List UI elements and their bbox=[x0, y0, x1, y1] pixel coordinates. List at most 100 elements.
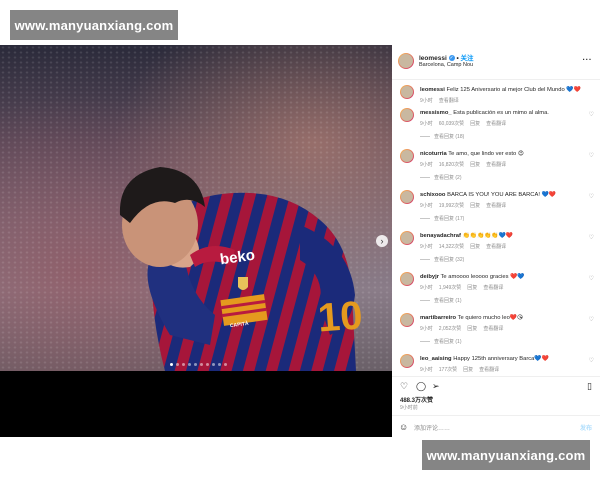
comment-meta: 9小时 16,820次赞 回复 查看翻译 bbox=[420, 161, 512, 168]
chevron-right-icon[interactable]: › bbox=[376, 235, 388, 247]
translate-link[interactable]: 查看翻译 bbox=[439, 98, 459, 104]
comment-time: 9小时 bbox=[420, 285, 433, 291]
comment-likes[interactable]: 1,949次赞 bbox=[439, 285, 462, 291]
caption-username[interactable]: leomessi bbox=[420, 87, 445, 93]
comment-icon[interactable]: ◯ bbox=[416, 381, 426, 392]
comment-username[interactable]: nicoturria bbox=[420, 151, 447, 157]
post-location[interactable]: Barcelona, Camp Nou bbox=[419, 62, 473, 68]
translate-link[interactable]: 查看翻译 bbox=[486, 203, 506, 209]
watermark-bottom: www.manyuanxiang.com bbox=[422, 440, 590, 470]
reply-link[interactable]: 回复 bbox=[470, 244, 480, 250]
comment-text-line: deibyjr Te amoooo leoooo gracies ❤️💙 bbox=[420, 274, 584, 281]
more-icon[interactable]: ··· bbox=[583, 55, 593, 64]
carousel-dot bbox=[194, 363, 197, 366]
carousel-dot bbox=[212, 363, 215, 366]
comment-text-line: martibarreiro Te quiero mucho leo❤️😘 bbox=[420, 315, 584, 322]
comment-input[interactable]: 添加评论…… bbox=[414, 423, 450, 432]
comment-likes[interactable]: 177次赞 bbox=[439, 367, 457, 373]
comment-time: 9小时 bbox=[420, 121, 433, 127]
comment-meta: 9小时 14,322次赞 回复 查看翻译 bbox=[420, 243, 512, 250]
carousel-dot bbox=[170, 363, 173, 366]
heart-icon[interactable]: ♡ bbox=[589, 111, 594, 118]
avatar[interactable] bbox=[400, 231, 414, 245]
verified-badge-icon: ✓ bbox=[448, 55, 455, 62]
comment-text-line: leo_aaising Happy 125th anniversary Barc… bbox=[420, 356, 584, 363]
post-header: leomessi ✓ • 关注 Barcelona, Camp Nou ··· bbox=[392, 45, 600, 80]
avatar[interactable] bbox=[400, 272, 414, 286]
avatar[interactable] bbox=[400, 108, 414, 122]
translate-link[interactable]: 查看翻译 bbox=[486, 244, 506, 250]
comment-text: Te quiero mucho leo❤️😘 bbox=[457, 315, 524, 321]
comment-username[interactable]: messismo_ bbox=[420, 110, 452, 116]
reply-link[interactable]: 回复 bbox=[463, 367, 473, 373]
comment-text-line: benayadachraf 👏👏👏👏👏💙❤️ bbox=[420, 233, 584, 240]
post-username[interactable]: leomessi bbox=[419, 55, 447, 62]
bookmark-icon[interactable]: ▯ bbox=[587, 381, 592, 392]
comment-likes[interactable]: 19,992次赞 bbox=[439, 203, 464, 209]
reply-link[interactable]: 回复 bbox=[470, 162, 480, 168]
comment-text: 👏👏👏👏👏💙❤️ bbox=[462, 233, 514, 239]
avatar[interactable] bbox=[400, 190, 414, 204]
translate-link[interactable]: 查看翻译 bbox=[483, 326, 503, 332]
comment-text: Esta publicación es un mimo al alma. bbox=[453, 110, 549, 116]
heart-icon[interactable]: ♡ bbox=[589, 234, 594, 241]
comment-time: 9小时 bbox=[420, 162, 433, 168]
view-replies-link[interactable]: 查看回复 (1) bbox=[420, 338, 462, 345]
comment-text: Te amoooo leoooo gracies ❤️💙 bbox=[440, 274, 525, 280]
emoji-icon[interactable]: ☺ bbox=[399, 422, 408, 432]
comment-username[interactable]: martibarreiro bbox=[420, 315, 456, 321]
reply-link[interactable]: 回复 bbox=[467, 285, 477, 291]
comment-time: 9小时 bbox=[420, 326, 433, 332]
comment-meta: 9小时 177次赞 回复 查看翻译 bbox=[420, 366, 505, 373]
view-replies-link[interactable]: 查看回复 (1) bbox=[420, 297, 462, 304]
comment-username[interactable]: deibyjr bbox=[420, 274, 439, 280]
reply-link[interactable]: 回复 bbox=[467, 326, 477, 332]
comment-text: BARCA IS YOU! YOU ARE BARCA! 💙❤️ bbox=[447, 192, 557, 198]
comment-text-line: nicoturria Te amo, que lindo ver esto 😍 bbox=[420, 151, 584, 158]
carousel-dot bbox=[200, 363, 203, 366]
comment-likes[interactable]: 16,820次赞 bbox=[439, 162, 464, 168]
heart-icon[interactable]: ♡ bbox=[589, 357, 594, 364]
likes-count[interactable]: 488.3万次赞 bbox=[400, 395, 433, 404]
share-icon[interactable]: ➢ bbox=[432, 381, 440, 392]
avatar[interactable] bbox=[400, 85, 414, 99]
post-panel: leomessi ✓ • 关注 Barcelona, Camp Nou ··· … bbox=[392, 45, 600, 437]
carousel-dot bbox=[182, 363, 185, 366]
comment-likes[interactable]: 14,322次赞 bbox=[439, 244, 464, 250]
view-replies-link[interactable]: 查看回复 (2) bbox=[420, 174, 462, 181]
avatar[interactable] bbox=[400, 313, 414, 327]
translate-link[interactable]: 查看翻译 bbox=[486, 162, 506, 168]
view-replies-link[interactable]: 查看回复 (32) bbox=[420, 256, 464, 263]
heart-icon[interactable]: ♡ bbox=[400, 381, 408, 392]
reply-link[interactable]: 回复 bbox=[470, 121, 480, 127]
comment-likes[interactable]: 60,039次赞 bbox=[439, 121, 464, 127]
follow-button[interactable]: 关注 bbox=[461, 55, 474, 62]
reply-link[interactable]: 回复 bbox=[470, 203, 480, 209]
comment-username[interactable]: schixooo bbox=[420, 192, 445, 198]
view-replies-link[interactable]: 查看回复 (17) bbox=[420, 215, 464, 222]
view-replies-link[interactable]: 查看回复 (18) bbox=[420, 133, 464, 140]
heart-icon[interactable]: ♡ bbox=[589, 193, 594, 200]
avatar[interactable] bbox=[400, 149, 414, 163]
post-comment-button[interactable]: 发布 bbox=[580, 423, 592, 432]
comment-text-line: messismo_ Esta publicación es un mimo al… bbox=[420, 110, 584, 117]
post-username-line: leomessi ✓ • 关注 bbox=[419, 52, 474, 62]
translate-link[interactable]: 查看翻译 bbox=[483, 285, 503, 291]
comment-username[interactable]: leo_aaising bbox=[420, 356, 452, 362]
comment-time: 9小时 bbox=[420, 203, 433, 209]
carousel-dot bbox=[218, 363, 221, 366]
caption-text-line: leomessi Feliz 125 Aniversario al mejor … bbox=[420, 87, 584, 94]
translate-link[interactable]: 查看翻译 bbox=[486, 121, 506, 127]
heart-icon[interactable]: ♡ bbox=[589, 152, 594, 159]
post-media: beko 10 CAPITÀ › bbox=[0, 45, 392, 437]
heart-icon[interactable]: ♡ bbox=[589, 316, 594, 323]
comment-likes[interactable]: 2,052次赞 bbox=[439, 326, 462, 332]
comment-username[interactable]: benayadachraf bbox=[420, 233, 461, 239]
heart-icon[interactable]: ♡ bbox=[589, 275, 594, 282]
comment-meta: 9小时 2,052次赞 回复 查看翻译 bbox=[420, 325, 509, 332]
avatar[interactable] bbox=[398, 53, 414, 69]
translate-link[interactable]: 查看翻译 bbox=[479, 367, 499, 373]
post-time: 9小时前 bbox=[400, 405, 418, 411]
comment-meta: 9小时 1,949次赞 回复 查看翻译 bbox=[420, 284, 509, 291]
avatar[interactable] bbox=[400, 354, 414, 368]
